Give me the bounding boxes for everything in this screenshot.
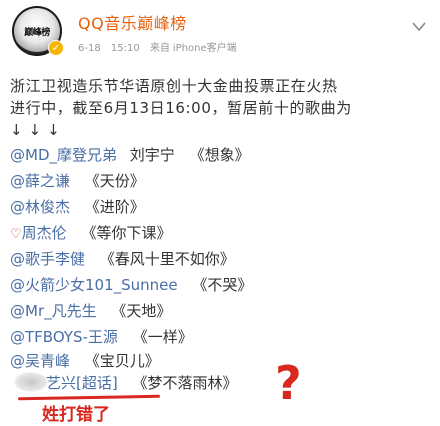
post-source[interactable]: iPhone客户端 xyxy=(173,43,237,54)
post-header: 巅峰榜 ✓ QQ音乐巅峰榜 6-18 15:10 来自 iPhone客户端 xyxy=(0,0,440,66)
mention-link[interactable]: @MD_摩登兄弟 xyxy=(10,146,117,164)
mention-link[interactable]: ♡周杰伦 xyxy=(10,224,67,242)
list-item: @火箭少女101_Sunnee 《不哭》 xyxy=(10,274,252,296)
song-title: 《想象》 xyxy=(189,146,250,164)
list-item: 艺兴[超话] 《梦不落雨林》 xyxy=(46,372,238,394)
song-title: 《天份》 xyxy=(84,172,145,190)
intro-line-2: 进行中，截至6月13日16:00，暂居前十的歌曲为 xyxy=(10,99,352,117)
super-topic-icon: ♡ xyxy=(10,227,22,242)
mention-link[interactable]: @吴青峰 xyxy=(10,352,70,370)
list-item: @TFBOYS-王源 《一样》 xyxy=(10,326,193,348)
song-title: 《天地》 xyxy=(111,302,172,320)
list-item: @林俊杰 《进阶》 xyxy=(10,196,145,218)
source-prefix: 来自 xyxy=(149,43,170,54)
post-meta: 6-18 15:10 来自 iPhone客户端 xyxy=(78,39,244,54)
list-item: @MD_摩登兄弟 刘宇宁 《想象》 xyxy=(10,144,250,166)
chevron-down-icon xyxy=(412,22,426,32)
list-item: @吴青峰 《宝贝儿》 xyxy=(10,350,160,372)
post-body: 浙江卫视造乐节华语原创十大金曲投票正在火热 进行中，截至6月13日16:00，暂… xyxy=(10,75,430,141)
mention-link[interactable]: @歌手李健 xyxy=(10,250,85,268)
mention-link[interactable]: @TFBOYS-王源 xyxy=(10,328,118,346)
song-title: 《等你下课》 xyxy=(81,224,172,242)
post-date: 6-18 xyxy=(78,43,101,54)
mention-link[interactable]: @林俊杰 xyxy=(10,198,70,216)
list-item: @薛之谦 《天份》 xyxy=(10,170,145,192)
list-item: @歌手李健 《春风十里不如你》 xyxy=(10,248,235,270)
verified-badge-icon: ✓ xyxy=(48,40,64,56)
annotation-question-mark: ? xyxy=(275,356,302,410)
arrows: ↓ ↓ ↓ xyxy=(10,121,61,139)
more-options-button[interactable] xyxy=(408,16,430,38)
mention-link[interactable]: @火箭少女101_Sunnee xyxy=(10,276,178,294)
song-title: 《一样》 xyxy=(132,328,193,346)
mention-link[interactable]: @Mr_凡先生 xyxy=(10,302,97,320)
song-title: 《春风十里不如你》 xyxy=(99,250,235,268)
annotation-text: 姓打错了 xyxy=(42,405,110,425)
mention-link[interactable]: @薛之谦 xyxy=(10,172,70,190)
song-title: 《梦不落雨林》 xyxy=(132,374,238,392)
intro-line-1: 浙江卫视造乐节华语原创十大金曲投票正在火热 xyxy=(10,77,338,95)
post-time: 15:10 xyxy=(110,43,140,54)
account-name[interactable]: QQ音乐巅峰榜 xyxy=(78,10,187,34)
song-title: 《进阶》 xyxy=(84,198,145,216)
mention-link[interactable]: 艺兴[超话] xyxy=(46,374,118,392)
list-item: @Mr_凡先生 《天地》 xyxy=(10,300,171,322)
list-item: ♡周杰伦 《等你下课》 xyxy=(10,222,171,244)
song-title: 《宝贝儿》 xyxy=(84,352,160,370)
artist-name: 刘宇宁 xyxy=(129,146,175,164)
song-title: 《不哭》 xyxy=(192,276,253,294)
blurred-mark xyxy=(14,372,48,392)
